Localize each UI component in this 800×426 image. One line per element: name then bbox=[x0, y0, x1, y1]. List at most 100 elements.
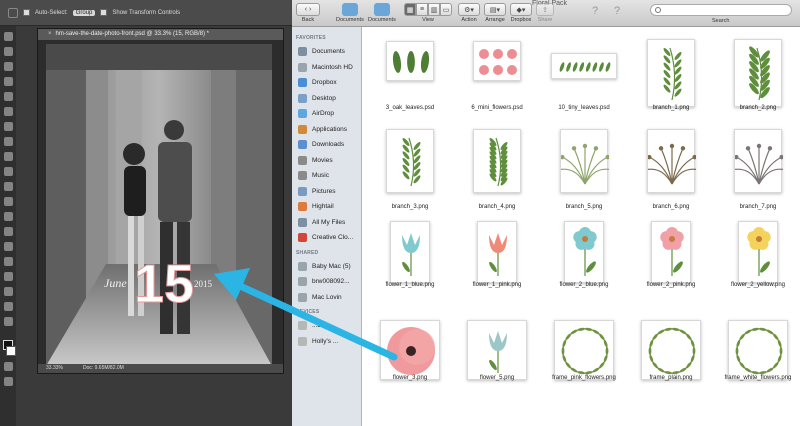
marquee-icon[interactable] bbox=[3, 47, 13, 56]
documents-folder-button[interactable]: Documents bbox=[336, 3, 364, 23]
sidebar-item-holly-s[interactable]: Holly's ... bbox=[292, 334, 361, 350]
file-name: branch_2.png bbox=[739, 105, 777, 111]
document-canvas[interactable]: June 15 2015 bbox=[46, 44, 272, 366]
dodge-icon[interactable] bbox=[3, 227, 13, 236]
document-tab[interactable]: × hm-save-the-date-photo-front.psd @ 33.3… bbox=[38, 29, 283, 40]
file-thumbnail[interactable] bbox=[734, 39, 782, 107]
auto-select-checkbox[interactable] bbox=[23, 9, 30, 16]
quick-mask-icon[interactable] bbox=[3, 362, 13, 371]
sidebar-item-music[interactable]: Music bbox=[292, 168, 361, 184]
crop-icon[interactable] bbox=[3, 92, 13, 101]
sidebar-item-hightail[interactable]: Hightail bbox=[292, 199, 361, 215]
path-select-icon[interactable] bbox=[3, 272, 13, 281]
file-thumbnail[interactable] bbox=[651, 221, 691, 283]
column-view-button[interactable]: ▥ bbox=[428, 3, 440, 16]
cover-flow-button[interactable]: ▭ bbox=[440, 3, 452, 16]
sidebar-item-dropbox[interactable]: Dropbox bbox=[292, 75, 361, 91]
pen-icon[interactable] bbox=[3, 242, 13, 251]
sidebar-item-label: Documents bbox=[312, 48, 345, 56]
icon-view-button[interactable]: ▦ bbox=[404, 3, 416, 16]
search-label: Search bbox=[712, 18, 730, 24]
sidebar-item-movies[interactable]: Movies bbox=[292, 153, 361, 169]
sidebar-item-downloads[interactable]: Downloads bbox=[292, 137, 361, 153]
file-thumbnail[interactable] bbox=[728, 320, 788, 380]
sidebar-item-mac-lovin[interactable]: Mac Lovin bbox=[292, 290, 361, 306]
transform-controls-checkbox[interactable] bbox=[100, 9, 108, 16]
toolbar-label: Documents bbox=[336, 17, 364, 23]
file-thumbnail[interactable] bbox=[647, 129, 696, 193]
sidebar-item-label: brw008092... bbox=[312, 278, 350, 286]
documents-folder-button-2[interactable]: Documents bbox=[368, 3, 396, 23]
thumbnail-art bbox=[387, 327, 435, 375]
sidebar-item-airdrop[interactable]: AirDrop bbox=[292, 106, 361, 122]
file-thumbnail[interactable] bbox=[467, 320, 527, 380]
toolbar-label: Arrange bbox=[485, 17, 505, 23]
stamp-icon[interactable] bbox=[3, 152, 13, 161]
brush-icon[interactable] bbox=[3, 137, 13, 146]
file-name: flower_5.png bbox=[479, 375, 515, 381]
dropbox-icon: ◆▾ bbox=[510, 3, 532, 16]
shape-icon[interactable] bbox=[3, 287, 13, 296]
help-icon[interactable]: ? bbox=[592, 5, 598, 17]
background-color-swatch[interactable] bbox=[6, 346, 16, 356]
share-icon: ⇪ bbox=[536, 3, 554, 16]
file-thumbnail[interactable] bbox=[647, 39, 695, 107]
sidebar-item-pictures[interactable]: Pictures bbox=[292, 184, 361, 200]
file-thumbnail[interactable] bbox=[554, 320, 614, 380]
file-thumbnail[interactable] bbox=[473, 41, 521, 81]
file-thumbnail[interactable] bbox=[564, 221, 604, 283]
sidebar-item-creative-clo[interactable]: Creative Clo... bbox=[292, 230, 361, 246]
file-thumbnail[interactable] bbox=[734, 129, 783, 193]
file-thumbnail[interactable] bbox=[641, 320, 701, 380]
sidebar-item-all-my-files[interactable]: All My Files bbox=[292, 215, 361, 231]
file-thumbnail[interactable] bbox=[551, 53, 617, 79]
file-thumbnail[interactable] bbox=[380, 320, 440, 380]
toolbar-label: Documents bbox=[368, 17, 396, 23]
sidebar-item-documents[interactable]: Documents bbox=[292, 44, 361, 60]
zoom-icon[interactable] bbox=[3, 317, 13, 326]
gradient-icon[interactable] bbox=[3, 197, 13, 206]
sidebar-item-icon bbox=[298, 336, 307, 346]
dropbox-control[interactable]: ◆▾ Dropbox bbox=[510, 3, 532, 23]
sidebar-item-brw008092[interactable]: brw008092... bbox=[292, 274, 361, 290]
quick-select-icon[interactable] bbox=[3, 77, 13, 86]
options-bar: Auto-Select: Group Show Transform Contro… bbox=[0, 0, 292, 26]
file-thumbnail[interactable] bbox=[390, 221, 430, 283]
sidebar-item-applications[interactable]: Applications bbox=[292, 122, 361, 138]
sidebar-item-icon bbox=[298, 321, 307, 331]
move-icon[interactable] bbox=[3, 32, 13, 41]
close-icon[interactable]: × bbox=[48, 31, 52, 37]
search-input[interactable] bbox=[650, 4, 792, 16]
file-thumbnail[interactable] bbox=[473, 129, 521, 193]
help-icon-2[interactable]: ? bbox=[614, 5, 620, 17]
file-thumbnail[interactable] bbox=[386, 129, 434, 193]
move-tool-icon[interactable] bbox=[8, 7, 18, 18]
eyedropper-icon[interactable] bbox=[3, 107, 13, 116]
history-brush-icon[interactable] bbox=[3, 167, 13, 176]
file-thumbnail[interactable] bbox=[386, 41, 434, 81]
doc-size: Doc: 9.65M/82.0M bbox=[82, 365, 124, 371]
file-thumbnail[interactable] bbox=[477, 221, 517, 283]
share-control[interactable]: ⇪ Share bbox=[536, 3, 554, 23]
tools-panel bbox=[0, 26, 16, 426]
arrange-control[interactable]: ▤▾ Arrange bbox=[484, 3, 506, 23]
sidebar-item-baby-mac-5[interactable]: Baby Mac (5) bbox=[292, 259, 361, 275]
back-button[interactable]: ‹ › bbox=[296, 3, 320, 16]
auto-select-dropdown[interactable]: Group bbox=[72, 9, 96, 16]
file-thumbnail[interactable] bbox=[738, 221, 778, 283]
sidebar-item-macintosh-hd[interactable]: Macintosh HD bbox=[292, 60, 361, 76]
list-view-button[interactable]: ≡ bbox=[416, 3, 428, 16]
document-window: × hm-save-the-date-photo-front.psd @ 33.3… bbox=[37, 28, 284, 374]
file-thumbnail[interactable] bbox=[560, 129, 609, 193]
eraser-icon[interactable] bbox=[3, 182, 13, 191]
action-control[interactable]: ⚙▾ Action bbox=[458, 3, 480, 23]
sidebar-item-desktop[interactable]: Desktop bbox=[292, 91, 361, 107]
zoom-level[interactable]: 33.33% bbox=[46, 364, 63, 373]
sidebar-item-313[interactable]: ...313 bbox=[292, 318, 361, 334]
blur-icon[interactable] bbox=[3, 212, 13, 221]
lasso-icon[interactable] bbox=[3, 62, 13, 71]
healing-icon[interactable] bbox=[3, 122, 13, 131]
hand-icon[interactable] bbox=[3, 302, 13, 311]
type-icon[interactable] bbox=[3, 257, 13, 266]
screen-mode-icon[interactable] bbox=[3, 377, 13, 386]
